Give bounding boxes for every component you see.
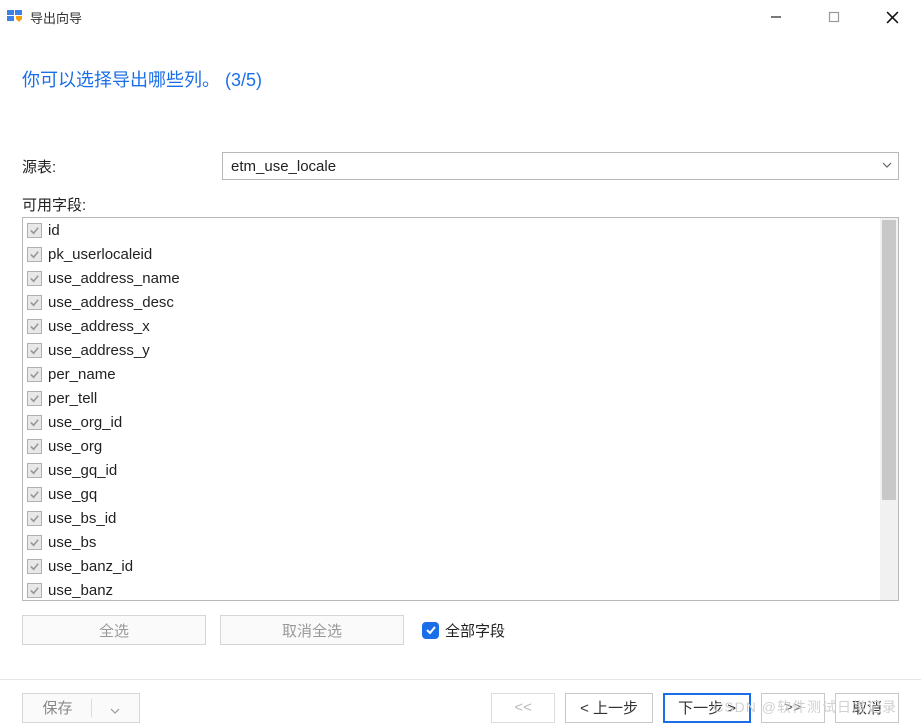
field-name: per_tell [48, 390, 97, 407]
page-heading: 你可以选择导出哪些列。 (3/5) [22, 66, 899, 92]
scrollbar[interactable] [880, 218, 898, 600]
field-name: use_banz [48, 582, 113, 599]
field-name: use_address_x [48, 318, 150, 335]
checkbox-icon[interactable] [27, 511, 42, 526]
field-name: use_address_y [48, 342, 150, 359]
last-label: >> [784, 699, 802, 716]
list-item[interactable]: per_tell [23, 386, 880, 410]
app-icon [6, 8, 24, 26]
select-all-label: 全选 [99, 620, 129, 641]
fields-listbox: id pk_userlocaleid use_address_name use_add… [22, 217, 899, 601]
field-name: use_gq [48, 486, 97, 503]
field-name: use_org_id [48, 414, 122, 431]
save-label: 保存 [42, 697, 72, 718]
list-item[interactable]: use_address_name [23, 266, 880, 290]
field-name: use_org [48, 438, 102, 455]
window-title: 导出向导 [30, 8, 82, 27]
fields-list-inner[interactable]: id pk_userlocaleid use_address_name use_add… [23, 218, 880, 600]
list-item[interactable]: use_banz_id [23, 554, 880, 578]
next-button[interactable]: 下一步 > [663, 693, 751, 723]
field-name: per_name [48, 366, 116, 383]
list-item[interactable]: use_org [23, 434, 880, 458]
checkbox-icon[interactable] [27, 415, 42, 430]
selection-buttons: 全选 取消全选 全部字段 [22, 615, 899, 645]
all-fields-toggle[interactable]: 全部字段 [422, 620, 505, 641]
checkbox-icon[interactable] [27, 319, 42, 334]
list-item[interactable]: id [23, 218, 880, 242]
select-all-button[interactable]: 全选 [22, 615, 206, 645]
deselect-all-label: 取消全选 [282, 620, 342, 641]
checkbox-icon[interactable] [27, 559, 42, 574]
field-name: use_gq_id [48, 462, 117, 479]
list-item[interactable]: use_gq_id [23, 458, 880, 482]
checkbox-icon[interactable] [27, 391, 42, 406]
chevron-down-icon [110, 703, 120, 713]
field-name: use_bs [48, 534, 96, 551]
next-label: 下一步 > [678, 697, 736, 718]
checkbox-icon[interactable] [27, 271, 42, 286]
checkbox-icon[interactable] [27, 223, 42, 238]
close-button[interactable] [863, 0, 921, 34]
prev-label: < 上一步 [580, 697, 638, 718]
source-row: 源表: etm_use_locale [22, 152, 899, 180]
deselect-all-button[interactable]: 取消全选 [220, 615, 404, 645]
field-name: use_banz_id [48, 558, 133, 575]
titlebar: 导出向导 [0, 0, 921, 34]
maximize-button[interactable] [805, 0, 863, 34]
source-select[interactable]: etm_use_locale [222, 152, 899, 180]
list-item[interactable]: use_address_desc [23, 290, 880, 314]
source-label: 源表: [22, 156, 222, 177]
checkbox-icon[interactable] [27, 247, 42, 262]
last-button[interactable]: >> [761, 693, 825, 723]
checkbox-icon[interactable] [27, 463, 42, 478]
checkbox-icon[interactable] [27, 295, 42, 310]
prev-button[interactable]: < 上一步 [565, 693, 653, 723]
content: 你可以选择导出哪些列。 (3/5) 源表: etm_use_locale 可用字… [0, 34, 921, 645]
bottom-bar: 保存 << < 上一步 下一步 > >> 取消 [0, 679, 921, 727]
list-item[interactable]: use_org_id [23, 410, 880, 434]
first-button[interactable]: << [491, 693, 555, 723]
source-select-wrap: etm_use_locale [222, 152, 899, 180]
field-name: use_address_desc [48, 294, 174, 311]
list-item[interactable]: use_address_x [23, 314, 880, 338]
list-item[interactable]: use_bs_id [23, 506, 880, 530]
list-item[interactable]: use_gq [23, 482, 880, 506]
field-name: pk_userlocaleid [48, 246, 152, 263]
list-item[interactable]: per_name [23, 362, 880, 386]
checkbox-checked-icon [422, 622, 439, 639]
source-select-value: etm_use_locale [231, 158, 336, 175]
field-name: use_address_name [48, 270, 180, 287]
list-item[interactable]: pk_userlocaleid [23, 242, 880, 266]
list-item[interactable]: use_banz [23, 578, 880, 600]
field-name: id [48, 222, 60, 239]
scrollbar-thumb[interactable] [882, 220, 896, 500]
checkbox-icon[interactable] [27, 343, 42, 358]
checkbox-icon[interactable] [27, 487, 42, 502]
cancel-button[interactable]: 取消 [835, 693, 899, 723]
save-button[interactable]: 保存 [22, 693, 140, 723]
list-item[interactable]: use_bs [23, 530, 880, 554]
all-fields-label: 全部字段 [445, 620, 505, 641]
divider [91, 699, 92, 717]
checkbox-icon[interactable] [27, 535, 42, 550]
first-label: << [514, 699, 532, 716]
checkbox-icon[interactable] [27, 367, 42, 382]
list-item[interactable]: use_address_y [23, 338, 880, 362]
checkbox-icon[interactable] [27, 439, 42, 454]
fields-label: 可用字段: [22, 194, 899, 215]
checkbox-icon[interactable] [27, 583, 42, 598]
minimize-button[interactable] [747, 0, 805, 34]
cancel-label: 取消 [852, 697, 882, 718]
field-name: use_bs_id [48, 510, 116, 527]
